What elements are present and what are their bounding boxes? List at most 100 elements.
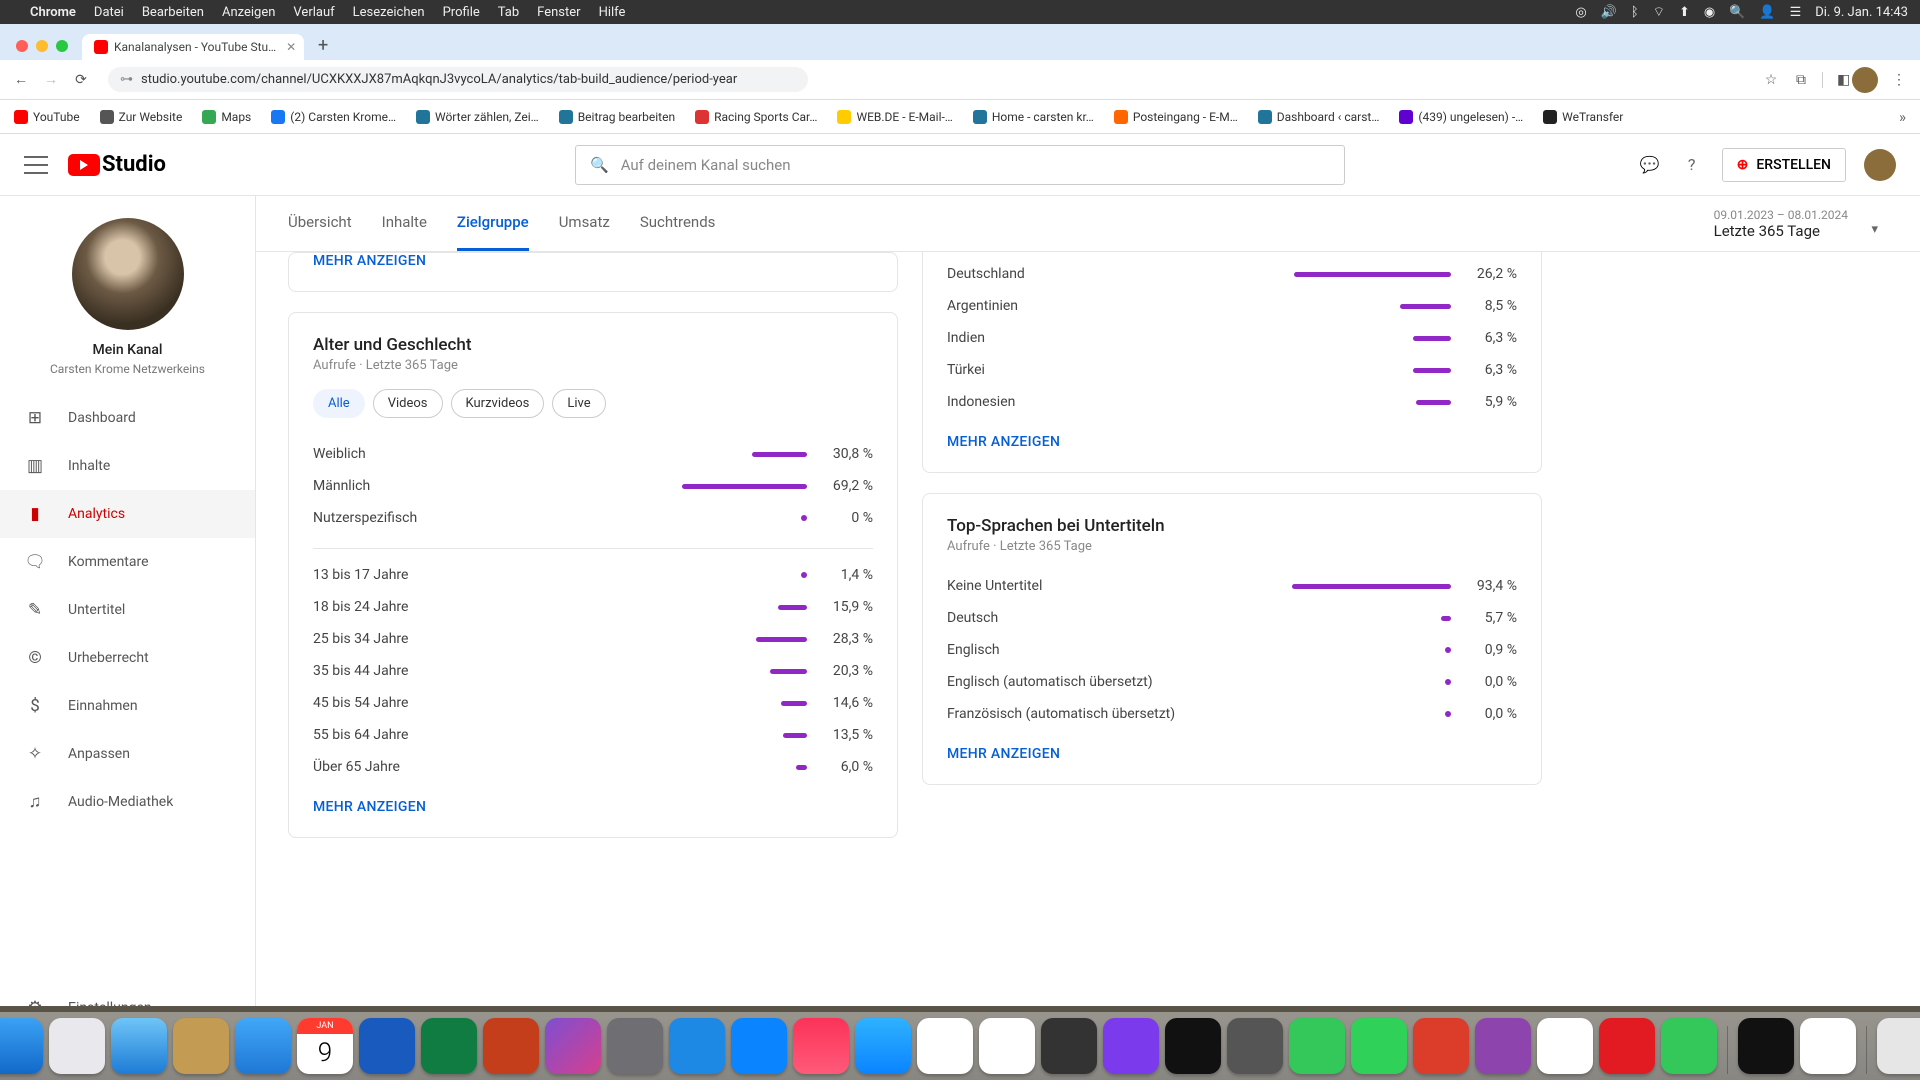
menubar-item[interactable]: Anzeigen bbox=[222, 5, 275, 20]
dock-app-settings[interactable] bbox=[607, 1018, 663, 1074]
user-icon[interactable]: 👤 bbox=[1759, 5, 1775, 20]
dock-app-appstore-alt[interactable] bbox=[669, 1018, 725, 1074]
bookmark-item[interactable]: WeTransfer bbox=[1543, 110, 1623, 124]
tab-research[interactable]: Suchtrends bbox=[640, 196, 716, 251]
reload-button[interactable]: ⟳ bbox=[72, 72, 90, 88]
show-more-button[interactable]: MEHR ANZEIGEN bbox=[313, 799, 873, 815]
dock-app-word[interactable] bbox=[359, 1018, 415, 1074]
dock-app-facetime[interactable] bbox=[1351, 1018, 1407, 1074]
dock-trash[interactable] bbox=[1877, 1018, 1920, 1074]
dock-app-textedit[interactable] bbox=[1800, 1018, 1856, 1074]
sidebar-item-inhalte[interactable]: ▥Inhalte bbox=[0, 442, 255, 490]
sidebar-item-einnahmen[interactable]: $Einnahmen bbox=[0, 682, 255, 730]
menu-toggle-button[interactable] bbox=[24, 156, 48, 174]
menubar-item[interactable]: Datei bbox=[94, 5, 124, 20]
show-more-button[interactable]: MEHR ANZEIGEN bbox=[947, 746, 1517, 762]
browser-tab[interactable]: Kanalanalysen - YouTube Stu… ✕ bbox=[82, 34, 304, 60]
bookmark-item[interactable]: Racing Sports Car… bbox=[695, 110, 817, 124]
feedback-icon[interactable]: 💬 bbox=[1638, 153, 1662, 177]
dock-app-quicktime[interactable] bbox=[1227, 1018, 1283, 1074]
sidebar-item-kommentare[interactable]: 🗨Kommentare bbox=[0, 538, 255, 586]
side-panel-icon[interactable]: ◧ bbox=[1822, 72, 1840, 88]
maximize-window-button[interactable] bbox=[56, 40, 68, 52]
bluetooth-icon[interactable]: ᛒ bbox=[1631, 5, 1639, 20]
search-input[interactable]: 🔍 Auf deinem Kanal suchen bbox=[575, 145, 1345, 185]
bookmark-item[interactable]: Home - carsten kr… bbox=[973, 110, 1094, 124]
tab-audience[interactable]: Zielgruppe bbox=[457, 196, 529, 251]
control-center-icon[interactable]: ☰ bbox=[1790, 5, 1802, 20]
menubar-item[interactable]: Tab bbox=[498, 5, 519, 20]
bookmark-item[interactable]: Wörter zählen, Zei… bbox=[416, 110, 539, 124]
tab-content[interactable]: Inhalte bbox=[382, 196, 427, 251]
sidebar-item-untertitel[interactable]: ✎Untertitel bbox=[0, 586, 255, 634]
spotlight-icon[interactable]: 🔍 bbox=[1729, 5, 1745, 20]
chip-videos[interactable]: Videos bbox=[373, 389, 443, 418]
tab-revenue[interactable]: Umsatz bbox=[559, 196, 610, 251]
battery-icon[interactable]: ◉ bbox=[1704, 5, 1715, 20]
dock-app-finder[interactable] bbox=[0, 1018, 43, 1074]
profile-avatar[interactable] bbox=[1852, 67, 1878, 93]
dock-app-powerpoint[interactable] bbox=[483, 1018, 539, 1074]
volume-icon[interactable]: 🔊 bbox=[1601, 5, 1617, 20]
dock-app-contacts[interactable] bbox=[173, 1018, 229, 1074]
chip-live[interactable]: Live bbox=[552, 389, 605, 418]
bookmark-star-icon[interactable]: ☆ bbox=[1762, 72, 1780, 88]
dock-app-siri[interactable] bbox=[545, 1018, 601, 1074]
dock-app-tv[interactable] bbox=[1738, 1018, 1794, 1074]
tab-overview[interactable]: Übersicht bbox=[288, 196, 352, 251]
dock-app-podcasts[interactable] bbox=[1475, 1018, 1531, 1074]
chip-all[interactable]: Alle bbox=[313, 389, 365, 418]
menubar-item[interactable]: Fenster bbox=[537, 5, 580, 20]
close-window-button[interactable] bbox=[16, 40, 28, 52]
chrome-menu-button[interactable]: ⋮ bbox=[1890, 72, 1908, 88]
dock-app-news[interactable] bbox=[917, 1018, 973, 1074]
sidebar-item-dashboard[interactable]: ⊞Dashboard bbox=[0, 394, 255, 442]
channel-avatar[interactable] bbox=[72, 218, 184, 330]
sidebar-item-anpassen[interactable]: ✧Anpassen bbox=[0, 730, 255, 778]
dock-app-acrobat[interactable] bbox=[1413, 1018, 1469, 1074]
bookmark-item[interactable]: Dashboard ‹ carst… bbox=[1258, 110, 1380, 124]
back-button[interactable]: ← bbox=[12, 71, 30, 88]
studio-logo[interactable]: Studio bbox=[68, 152, 166, 177]
dock-app-excel[interactable] bbox=[421, 1018, 477, 1074]
bookmark-item[interactable]: (439) ungelesen) -… bbox=[1399, 110, 1523, 124]
dock-app-photos[interactable] bbox=[979, 1018, 1035, 1074]
dock-app-numbers[interactable] bbox=[1289, 1018, 1345, 1074]
create-button[interactable]: ⊕ ERSTELLEN bbox=[1722, 148, 1846, 182]
menubar-clock[interactable]: Di. 9. Jan. 14:43 bbox=[1815, 5, 1908, 20]
bookmarks-overflow-icon[interactable]: » bbox=[1899, 108, 1906, 126]
bookmark-item[interactable]: Posteingang - E-M… bbox=[1114, 110, 1238, 124]
period-picker[interactable]: 09.01.2023 – 08.01.2024 Letzte 365 Tage bbox=[1714, 208, 1888, 240]
airdrop-icon[interactable]: ⬆ bbox=[1679, 5, 1690, 20]
extensions-icon[interactable]: ⧉ bbox=[1792, 72, 1810, 88]
dock-app-appstore[interactable] bbox=[855, 1018, 911, 1074]
bookmark-item[interactable]: (2) Carsten Krome… bbox=[271, 110, 396, 124]
dock-app-generic-purple[interactable] bbox=[1103, 1018, 1159, 1074]
dock-app-cewe[interactable] bbox=[1599, 1018, 1655, 1074]
dock-app-music[interactable] bbox=[793, 1018, 849, 1074]
wifi-icon[interactable]: ⌔ bbox=[1653, 4, 1665, 20]
menubar-item[interactable]: Lesezeichen bbox=[353, 5, 425, 20]
show-more-button[interactable]: MEHR ANZEIGEN bbox=[313, 253, 873, 269]
menubar-item[interactable]: Profile bbox=[443, 5, 480, 20]
bookmark-item[interactable]: Zur Website bbox=[100, 110, 183, 124]
menubar-item[interactable]: Hilfe bbox=[599, 5, 626, 20]
chip-shorts[interactable]: Kurzvideos bbox=[451, 389, 545, 418]
sidebar-item-audio-mediathek[interactable]: ♫Audio-Mediathek bbox=[0, 778, 255, 826]
site-info-icon[interactable]: ⊶ bbox=[120, 72, 133, 87]
dock-app-safari[interactable] bbox=[111, 1018, 167, 1074]
bookmark-item[interactable]: Beitrag bearbeiten bbox=[559, 110, 675, 124]
address-bar[interactable]: ⊶ studio.youtube.com/channel/UCXKXXJX87m… bbox=[108, 67, 808, 92]
tab-close-icon[interactable]: ✕ bbox=[286, 40, 296, 54]
new-tab-button[interactable]: + bbox=[310, 32, 336, 58]
dock-app-shortcuts[interactable] bbox=[731, 1018, 787, 1074]
sidebar-item-analytics[interactable]: ▮Analytics bbox=[0, 490, 255, 538]
show-more-button[interactable]: MEHR ANZEIGEN bbox=[947, 434, 1517, 450]
menuextra-icon[interactable]: ◎ bbox=[1575, 5, 1586, 20]
account-avatar[interactable] bbox=[1864, 149, 1896, 181]
dock-app-chrome[interactable] bbox=[1537, 1018, 1593, 1074]
forward-button[interactable]: → bbox=[42, 71, 60, 88]
menubar-item[interactable]: Verlauf bbox=[293, 5, 334, 20]
bookmark-item[interactable]: Maps bbox=[202, 110, 251, 124]
bookmark-item[interactable]: YouTube bbox=[14, 110, 80, 124]
